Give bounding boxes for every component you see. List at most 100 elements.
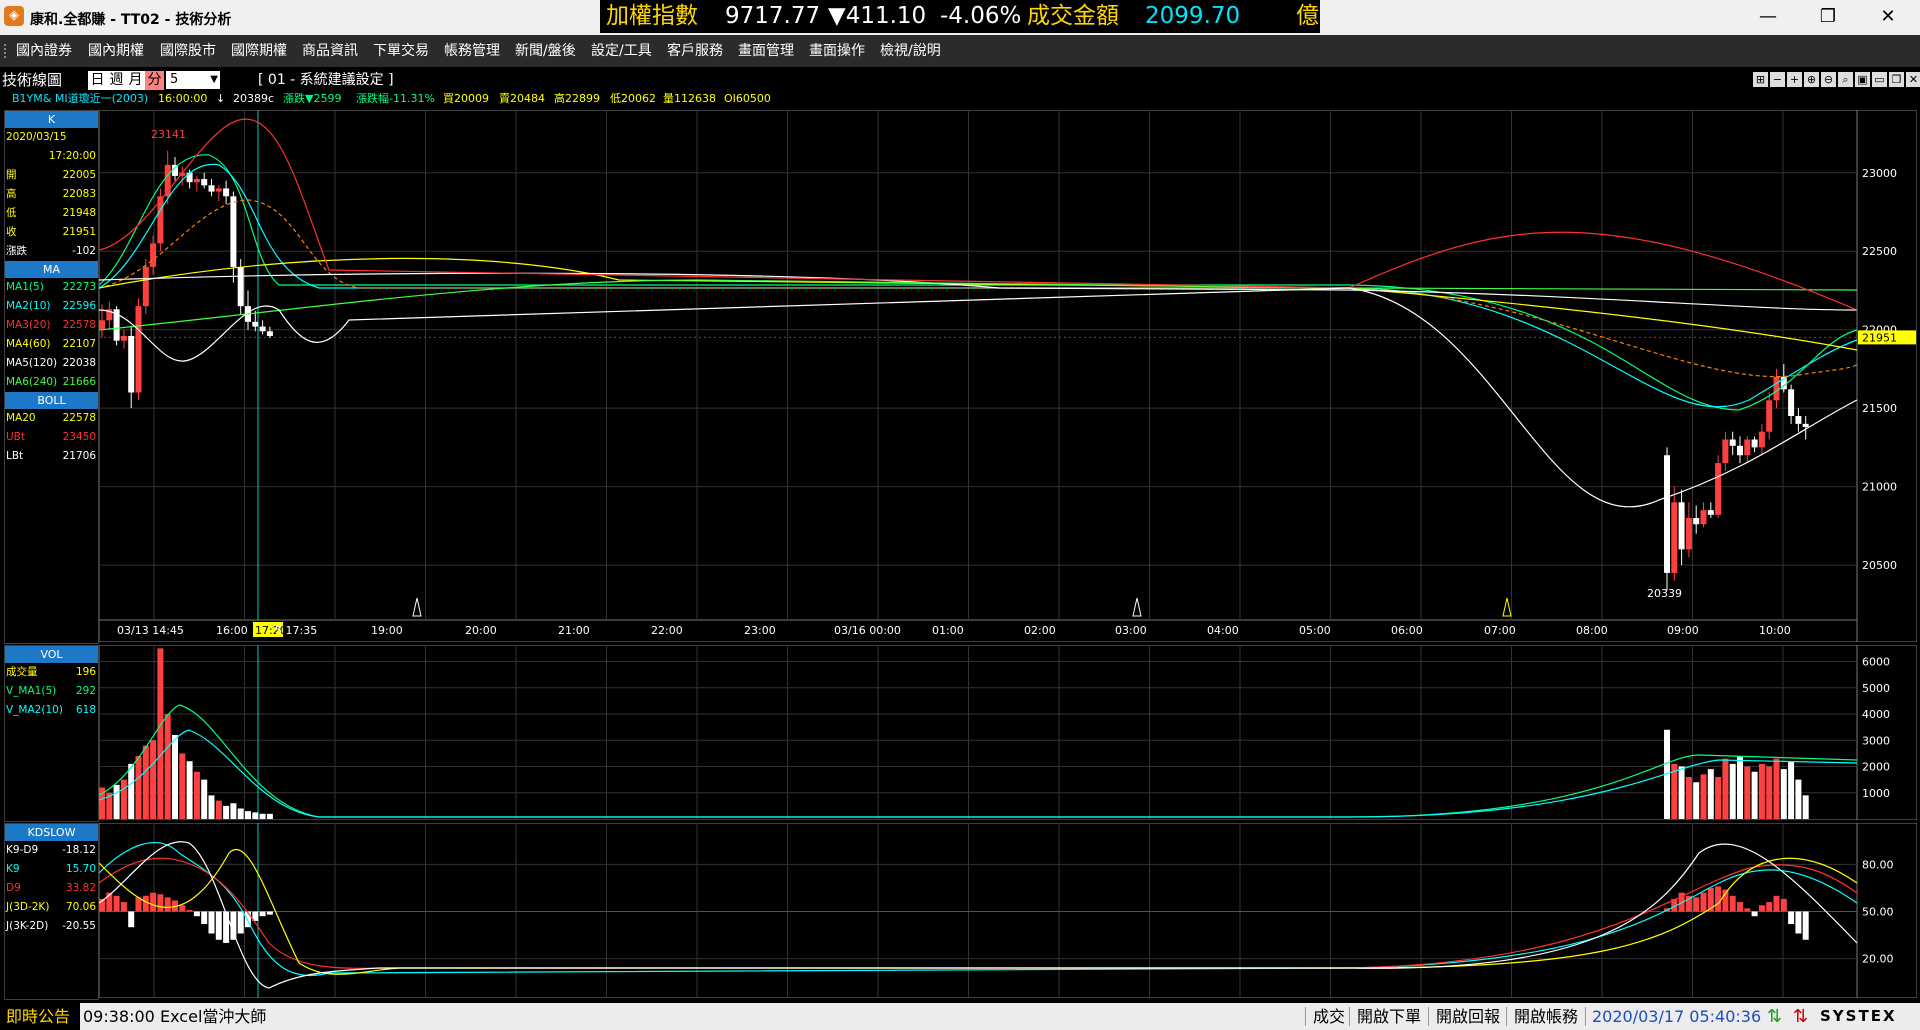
candle-body: [193, 179, 200, 183]
menu-item[interactable]: 國際期權: [231, 35, 287, 67]
indicator-label: MA6(240): [6, 376, 58, 388]
kd-histogram-bar: [1693, 897, 1700, 912]
candle-body: [237, 266, 244, 307]
close-chart-icon[interactable]: ✕: [1906, 72, 1920, 87]
chevron-down-icon: ▼: [210, 74, 218, 85]
kd-histogram-bar: [237, 911, 244, 934]
menu-item[interactable]: 新聞/盤後: [515, 35, 576, 67]
boll-panel-header[interactable]: BOLL: [5, 392, 98, 409]
indicator-label: J(3K-2D): [6, 920, 49, 932]
candle-body: [142, 266, 149, 307]
window-icon[interactable]: ▭: [1872, 72, 1887, 87]
candle-body: [150, 243, 157, 267]
quote-symbol[interactable]: B1YM& MI道瓊近一(2003): [12, 91, 148, 106]
quote-low: 低20062: [610, 92, 656, 105]
ma-row: MA5(120) 22038: [5, 354, 98, 373]
candle-body: [1722, 439, 1729, 464]
menu-item[interactable]: 國內證券: [16, 35, 72, 67]
indicator-label: MA3(20): [6, 319, 51, 331]
ma-panel-header[interactable]: MA: [5, 261, 98, 278]
menu-item[interactable]: 帳務管理: [444, 35, 500, 67]
menu-bar: 國內證券 國內期權 國際股市 國際期權 商品資訊 下單交易 帳務管理 新聞/盤後…: [0, 35, 1920, 67]
kd-histogram-bar: [259, 911, 266, 917]
preset-label[interactable]: [ 01 - 系統建議設定 ]: [258, 71, 394, 90]
vol-panel-header[interactable]: VOL: [5, 646, 98, 663]
announcement-label[interactable]: 即時公告: [0, 1003, 80, 1030]
systex-logo: SYSTEX: [1820, 1007, 1897, 1025]
indicator-value: 22107: [62, 338, 96, 350]
volume-indicator-panel: VOL 成交量 196 V_MA1(5) 292 V_MA2(10) 618: [4, 645, 99, 822]
candle-body: [1766, 400, 1773, 432]
kd-histogram-bar: [1751, 911, 1758, 917]
k-panel-header[interactable]: K: [5, 111, 98, 128]
indicator-value: 618: [75, 704, 96, 716]
kd-histogram-bar: [266, 911, 273, 915]
menu-item[interactable]: 設定/工具: [591, 35, 652, 67]
app-logo-icon: ◈: [4, 6, 24, 26]
maximize-button[interactable]: ❐: [1805, 0, 1851, 33]
price-tick-label: 22500: [1862, 245, 1897, 258]
status-trade[interactable]: 成交: [1313, 1003, 1345, 1030]
kd-histogram-bar: [208, 911, 215, 934]
time-tick-label: 01:00: [932, 624, 964, 637]
ma-row: MA6(240) 21666: [5, 373, 98, 392]
candle-body: [1773, 376, 1780, 401]
crosshair-icon[interactable]: ⊞: [1753, 72, 1768, 87]
price-chart[interactable]: 2300022500220002150021000205002195103/13…: [99, 110, 1917, 642]
zoom-out-icon[interactable]: ⊖: [1821, 72, 1836, 87]
ticker-name: 加權指數: [606, 3, 698, 29]
menu-grip-icon: [4, 44, 9, 58]
open-report-button[interactable]: 開啟回報: [1436, 1003, 1500, 1030]
announcement-text[interactable]: Excel當沖大師: [160, 1003, 266, 1030]
kd-histogram-bar: [157, 894, 164, 912]
restore-icon[interactable]: ❐: [1889, 72, 1904, 87]
menu-item[interactable]: 國際股市: [160, 35, 216, 67]
volume-bar: [1780, 769, 1787, 819]
menu-item[interactable]: 商品資訊: [302, 35, 358, 67]
menu-item[interactable]: 畫面管理: [738, 35, 794, 67]
vol-row: V_MA2(10) 618: [5, 701, 98, 720]
zoom-in-icon[interactable]: ⊕: [1804, 72, 1819, 87]
menu-item[interactable]: 客戶服務: [667, 35, 723, 67]
volume-bar: [1766, 766, 1773, 819]
candle-body: [1737, 445, 1743, 456]
indicator-value: 22596: [62, 300, 96, 312]
volume-bar: [1685, 777, 1692, 819]
menu-item[interactable]: 國內期權: [88, 35, 144, 67]
kd-chart[interactable]: 80.00 50.00 20.00: [99, 823, 1917, 998]
menu-item[interactable]: 畫面操作: [809, 35, 865, 67]
save-icon[interactable]: ▣: [1855, 72, 1870, 87]
kd-panel-header[interactable]: KDSLOW: [5, 824, 98, 841]
menu-item[interactable]: 檢視/說明: [880, 35, 941, 67]
interval-select[interactable]: 5 ▼: [166, 71, 220, 89]
menu-item[interactable]: 下單交易: [373, 35, 429, 67]
candle-body: [215, 188, 222, 192]
kd-histogram-bar: [1744, 908, 1751, 912]
k-open-value: 22005: [62, 169, 96, 181]
minimize-button[interactable]: —: [1745, 0, 1791, 33]
period-week-tab[interactable]: 週: [107, 71, 126, 90]
announcement-time: 09:38:00: [83, 1007, 155, 1026]
volume-tick-label: 3000: [1862, 734, 1890, 747]
volume-tick-label: 6000: [1862, 656, 1890, 669]
candle-body: [1751, 439, 1758, 448]
search-icon[interactable]: ⌕: [1838, 72, 1853, 87]
period-month-tab[interactable]: 月: [126, 71, 145, 90]
open-account-button[interactable]: 開啟帳務: [1514, 1003, 1578, 1030]
kd-histogram-bar: [1795, 911, 1802, 934]
period-day-tab[interactable]: 日: [88, 71, 107, 90]
plus-icon[interactable]: +: [1787, 72, 1802, 87]
minus-icon[interactable]: −: [1770, 72, 1785, 87]
boll-row: MA20 22578: [5, 409, 98, 428]
volume-chart[interactable]: 6000 5000 4000 3000 2000 1000: [99, 645, 1917, 820]
close-button[interactable]: ✕: [1865, 0, 1911, 33]
turnover-label: 成交金額: [1027, 3, 1119, 29]
volume-tick-label: 2000: [1862, 761, 1890, 774]
price-tick-label: 21500: [1862, 402, 1897, 415]
k-date: 2020/03/15: [6, 131, 67, 143]
k-open-label: 開: [6, 169, 17, 181]
main-indicator-panel: K 2020/03/15 17:20:00 開 22005 高 22083 低 219…: [4, 110, 99, 644]
period-minute-tab[interactable]: 分: [145, 71, 164, 90]
candle-body: [1685, 518, 1692, 550]
open-order-button[interactable]: 開啟下單: [1357, 1003, 1421, 1030]
